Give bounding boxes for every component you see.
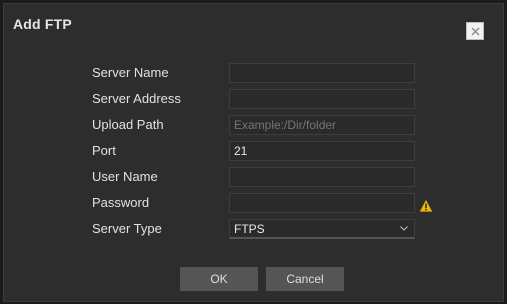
port-row: Port [4, 141, 503, 161]
server-name-input[interactable] [229, 63, 415, 83]
chevron-down-icon [400, 226, 408, 231]
server-address-input[interactable] [229, 89, 415, 109]
server-type-value: FTPS [234, 222, 265, 236]
ok-button[interactable]: OK [180, 267, 258, 291]
password-label: Password [92, 195, 150, 210]
port-input[interactable] [229, 141, 415, 161]
server-name-row: Server Name [4, 63, 503, 83]
password-input[interactable] [229, 193, 415, 213]
close-button[interactable] [466, 22, 484, 40]
server-name-label: Server Name [92, 65, 169, 80]
server-address-label: Server Address [92, 91, 181, 106]
dialog-title: Add FTP [13, 16, 72, 32]
server-type-row: Server Type FTPS [4, 219, 503, 239]
user-name-label: User Name [92, 169, 158, 184]
port-label: Port [92, 143, 116, 158]
upload-path-label: Upload Path [92, 117, 164, 132]
upload-path-input[interactable] [229, 115, 415, 135]
cancel-button[interactable]: Cancel [266, 267, 344, 291]
user-name-input[interactable] [229, 167, 415, 187]
server-type-select[interactable]: FTPS [229, 219, 415, 239]
warning-icon [419, 200, 433, 212]
dialog-title-bar: Add FTP [4, 4, 503, 44]
server-type-label: Server Type [92, 221, 162, 236]
upload-path-row: Upload Path [4, 115, 503, 135]
server-address-row: Server Address [4, 89, 503, 109]
close-icon [471, 27, 479, 35]
user-name-row: User Name [4, 167, 503, 187]
add-ftp-dialog: Add FTP Server Name Server Address Uploa… [3, 3, 504, 302]
